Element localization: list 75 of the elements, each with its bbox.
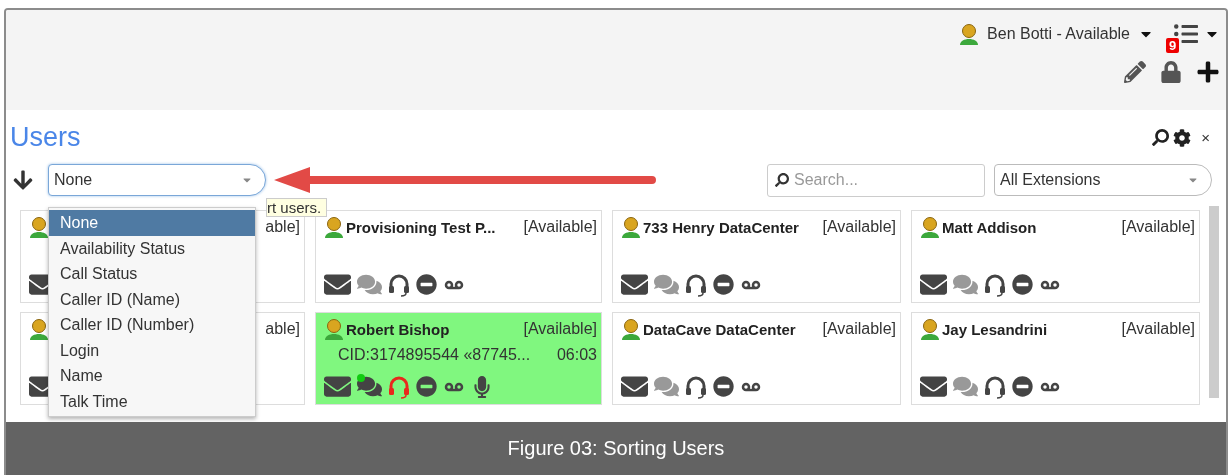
voicemail-icon[interactable] <box>740 278 762 291</box>
user-name: Jay Lesandrini <box>942 320 1048 338</box>
user-avatar-icon <box>920 216 940 238</box>
sort-option[interactable]: Caller ID (Name) <box>49 286 255 312</box>
notification-badge: 9 <box>1166 38 1180 53</box>
sort-option[interactable]: Caller ID (Number) <box>49 312 255 338</box>
voicemail-icon[interactable] <box>740 380 762 393</box>
user-avatar-icon <box>959 23 980 45</box>
extension-filter-select[interactable]: All Extensions <box>994 164 1212 196</box>
user-status: [Available] <box>822 218 896 236</box>
settings-icon[interactable] <box>1173 128 1192 147</box>
scrollbar[interactable] <box>1209 206 1219 398</box>
sort-option[interactable]: Availability Status <box>49 235 255 261</box>
user-status: [Available] <box>822 320 896 338</box>
user-status: able] <box>265 218 300 236</box>
user-avatar-icon <box>29 216 49 238</box>
user-card[interactable]: Robert Bishop [Available] CID:3174895544 «87745... 06:03 <box>315 312 602 405</box>
envelope-icon[interactable] <box>920 373 947 400</box>
search-field[interactable]: Search... <box>767 163 985 197</box>
search-icon <box>775 172 789 187</box>
user-avatar-icon <box>324 318 344 340</box>
user-avatar-icon <box>621 216 641 238</box>
user-status: [Available] <box>1121 218 1195 236</box>
user-card[interactable]: Jay Lesandrini [Available] <box>911 312 1200 405</box>
user-avatar-icon <box>29 318 49 340</box>
envelope-icon[interactable] <box>621 373 648 400</box>
panel-title: Users <box>10 122 81 153</box>
user-status: [Available] <box>523 218 597 236</box>
headset-icon[interactable] <box>685 374 707 399</box>
sort-option[interactable]: Talk Time <box>49 388 255 414</box>
user-name: Robert Bishop <box>346 320 450 338</box>
headset-icon[interactable] <box>685 272 707 297</box>
user-name: Matt Addison <box>942 218 1037 236</box>
caller-id: CID:3174895544 «87745... <box>338 346 531 364</box>
list-icon[interactable] <box>1174 22 1198 46</box>
user-name: 733 Henry DataCenter <box>643 218 799 236</box>
user-name: DataCave DataCenter <box>643 320 796 338</box>
figure-caption: Figure 03: Sorting Users <box>6 422 1226 475</box>
envelope-icon[interactable] <box>324 373 351 400</box>
user-status-menu[interactable]: Ben Botti - Available <box>959 23 1154 45</box>
voicemail-icon[interactable] <box>443 380 465 393</box>
close-button[interactable]: × <box>1201 129 1210 146</box>
chat-icon[interactable] <box>357 374 382 399</box>
envelope-icon[interactable] <box>621 271 648 298</box>
voicemail-icon[interactable] <box>1039 380 1061 393</box>
user-avatar-icon <box>920 318 940 340</box>
headset-icon[interactable] <box>388 272 410 297</box>
plus-icon[interactable] <box>1196 60 1220 84</box>
pencil-icon[interactable] <box>1124 61 1146 83</box>
user-avatar-icon <box>324 216 344 238</box>
user-avatar-icon <box>621 318 641 340</box>
user-card[interactable]: DataCave DataCenter [Available] <box>612 312 901 405</box>
user-name: Provisioning Test P... <box>346 218 496 236</box>
voicemail-icon[interactable] <box>1039 278 1061 291</box>
user-status: [Available] <box>1121 320 1195 338</box>
sort-option[interactable]: Name <box>49 363 255 389</box>
lock-icon[interactable] <box>1160 61 1182 83</box>
user-card[interactable]: Matt Addison [Available] <box>911 210 1200 303</box>
tooltip: rt users. <box>266 198 328 217</box>
microphone-icon[interactable] <box>471 375 493 398</box>
sort-option[interactable]: Call Status <box>49 261 255 287</box>
talk-time: 06:03 <box>556 346 597 364</box>
voicemail-icon[interactable] <box>443 278 465 291</box>
sort-option[interactable]: None <box>49 210 255 236</box>
user-status: [Available] <box>523 320 597 338</box>
sort-direction-icon[interactable] <box>12 169 34 191</box>
headset-icon[interactable] <box>984 374 1006 399</box>
sort-select[interactable]: None <box>48 164 266 196</box>
user-status: able] <box>265 320 300 338</box>
sort-option[interactable]: Login <box>49 337 255 363</box>
envelope-icon[interactable] <box>920 271 947 298</box>
user-card[interactable]: 733 Henry DataCenter [Available] <box>612 210 901 303</box>
envelope-icon[interactable] <box>324 271 351 298</box>
headset-icon[interactable] <box>984 272 1006 297</box>
search-icon[interactable] <box>1152 129 1170 146</box>
